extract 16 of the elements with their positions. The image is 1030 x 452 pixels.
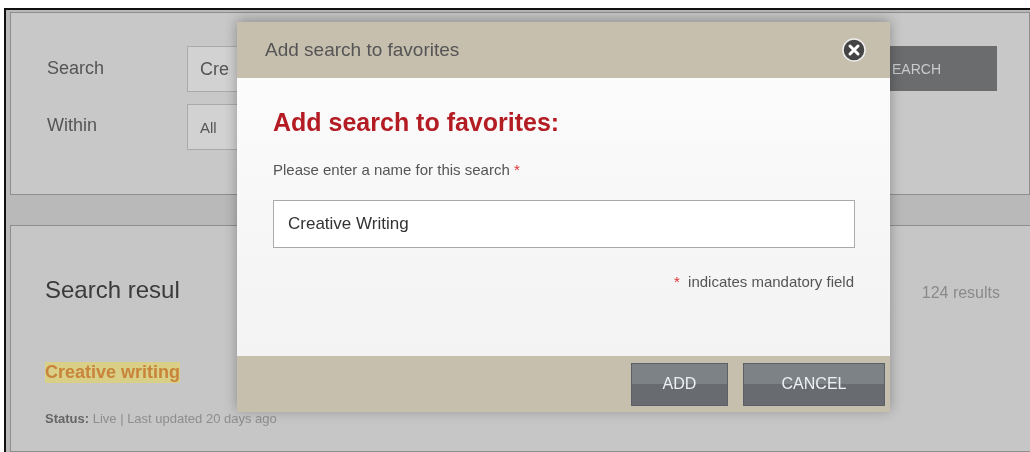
search-button[interactable]: EARCH bbox=[890, 46, 997, 91]
field-label: Search bbox=[47, 58, 106, 79]
mandatory-note: * indicates mandatory field bbox=[673, 273, 854, 290]
name-input-field[interactable]: Creative Writing bbox=[273, 200, 855, 248]
results-heading: Search resul bbox=[45, 276, 180, 304]
cancel-button[interactable]: CANCEL bbox=[743, 362, 885, 406]
results-count: 124 results bbox=[921, 284, 1000, 302]
dialog-title: Add search to favorites bbox=[265, 39, 460, 61]
search-field[interactable]: Cre bbox=[187, 46, 239, 92]
name-label: Please enter a name for this search * bbox=[273, 161, 521, 178]
dialog-heading: Add search to favorites: bbox=[273, 108, 561, 137]
close-icon[interactable] bbox=[842, 38, 866, 62]
add-button[interactable]: ADD bbox=[631, 362, 728, 406]
field-label: Within bbox=[47, 115, 98, 136]
select-field[interactable]: All bbox=[187, 104, 239, 150]
result-link[interactable]: Creative writing bbox=[45, 362, 181, 383]
